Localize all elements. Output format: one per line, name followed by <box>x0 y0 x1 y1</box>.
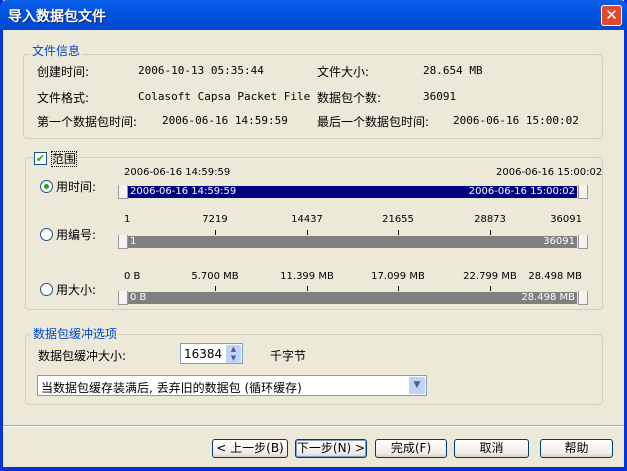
buffer-mode-value: 当数据包缓存装满后, 丢弃旧的数据包 (循环缓存) <box>41 381 302 395</box>
count-label: 数据包个数: <box>317 91 382 105</box>
by-time-label: 用时间: <box>56 180 97 194</box>
number-from-value: 1 <box>130 236 137 247</box>
size-from-value: 0 B <box>130 292 147 303</box>
cancel-button[interactable]: 取消 <box>454 439 529 458</box>
chevron-down-icon[interactable]: ▼ <box>409 377 425 394</box>
number-tick-mark <box>307 230 308 235</box>
title-bar: 导入数据包文件 ✕ <box>0 0 627 30</box>
first-packet-label: 第一个数据包时间: <box>37 115 138 129</box>
back-button[interactable]: < 上一步(B) <box>212 439 288 458</box>
size-tick-label: 28.498 MB <box>528 271 582 282</box>
buffer-unit-label: 千字节 <box>270 349 307 363</box>
by-size-radio[interactable] <box>40 283 53 296</box>
number-tick-mark <box>398 230 399 235</box>
next-button[interactable]: 下一步(N) > <box>295 439 367 458</box>
help-button[interactable]: 帮助 <box>540 439 613 458</box>
number-end-thumb[interactable] <box>578 235 588 249</box>
number-tick-mark <box>490 230 491 235</box>
number-tick-label: 21655 <box>382 214 414 225</box>
size-tick-mark <box>215 286 216 291</box>
time-min-label: 2006-06-16 14:59:59 <box>124 167 231 178</box>
format-value: Colasoft Capsa Packet File <box>138 90 311 103</box>
size-tick-mark <box>307 286 308 291</box>
time-start-thumb[interactable] <box>118 185 128 199</box>
created-label: 创建时间: <box>37 65 90 79</box>
time-range-bar: 2006-06-16 14:59:59 2006-06-16 15:00:02 <box>128 186 577 198</box>
number-to-value: 36091 <box>543 236 575 247</box>
spin-up-icon[interactable]: ▲ <box>226 345 241 354</box>
size-value: 28.654 MB <box>423 64 483 77</box>
number-range-bar: 1 36091 <box>128 236 577 248</box>
separator <box>3 425 624 427</box>
file-info-legend: 文件信息 <box>30 42 83 59</box>
by-time-radio[interactable] <box>40 180 53 193</box>
buffer-size-stepper[interactable]: 16384 ▲ ▼ <box>180 343 243 364</box>
first-packet-value: 2006-06-16 14:59:59 <box>162 114 288 127</box>
time-end-thumb[interactable] <box>578 185 588 199</box>
buffer-size-label: 数据包缓冲大小: <box>38 349 127 363</box>
by-number-radio[interactable] <box>40 228 53 241</box>
last-packet-label: 最后一个数据包时间: <box>317 115 430 129</box>
number-start-thumb[interactable] <box>118 235 128 249</box>
range-checkbox[interactable]: ✔ 范围 <box>34 150 80 167</box>
by-size-label: 用大小: <box>56 283 97 297</box>
by-number-label: 用编号: <box>56 228 97 242</box>
created-value: 2006-10-13 05:35:44 <box>138 64 264 77</box>
size-tick-label: 17.099 MB <box>371 271 425 282</box>
size-tick-label: 22.799 MB <box>463 271 517 282</box>
buffer-legend: 数据包缓冲选项 <box>31 325 120 342</box>
checkmark-icon: ✔ <box>34 152 47 165</box>
time-from-value: 2006-06-16 14:59:59 <box>130 186 237 197</box>
size-tick-label: 11.399 MB <box>280 271 334 282</box>
finish-button[interactable]: 完成(F) <box>375 439 447 458</box>
size-tick-label: 0 B <box>124 271 141 282</box>
format-label: 文件格式: <box>37 91 90 105</box>
size-tick-mark <box>398 286 399 291</box>
size-tick-mark <box>490 286 491 291</box>
size-end-thumb[interactable] <box>578 291 588 305</box>
buffer-size-value: 16384 <box>184 347 223 361</box>
number-tick-label: 1 <box>124 214 131 225</box>
size-start-thumb[interactable] <box>118 291 128 305</box>
count-value: 36091 <box>423 90 457 103</box>
range-group <box>25 157 603 310</box>
number-tick-label: 7219 <box>202 214 228 225</box>
number-tick-label: 28873 <box>474 214 506 225</box>
window-title: 导入数据包文件 <box>8 9 106 25</box>
last-packet-value: 2006-06-16 15:00:02 <box>453 114 579 127</box>
range-label: 范围 <box>50 151 77 167</box>
time-to-value: 2006-06-16 15:00:02 <box>468 186 575 197</box>
size-range-bar: 0 B 28.498 MB <box>128 292 577 304</box>
number-tick-mark <box>215 230 216 235</box>
size-to-value: 28.498 MB <box>521 292 575 303</box>
buffer-mode-select[interactable]: 当数据包缓存装满后, 丢弃旧的数据包 (循环缓存) ▼ <box>37 375 427 396</box>
time-max-label: 2006-06-16 15:00:02 <box>496 167 603 178</box>
number-tick-label: 36091 <box>550 214 582 225</box>
spin-down-icon[interactable]: ▼ <box>226 354 241 363</box>
number-tick-label: 14437 <box>291 214 323 225</box>
close-icon[interactable]: ✕ <box>601 5 622 26</box>
size-tick-label: 5.700 MB <box>191 271 239 282</box>
size-label: 文件大小: <box>317 65 370 79</box>
